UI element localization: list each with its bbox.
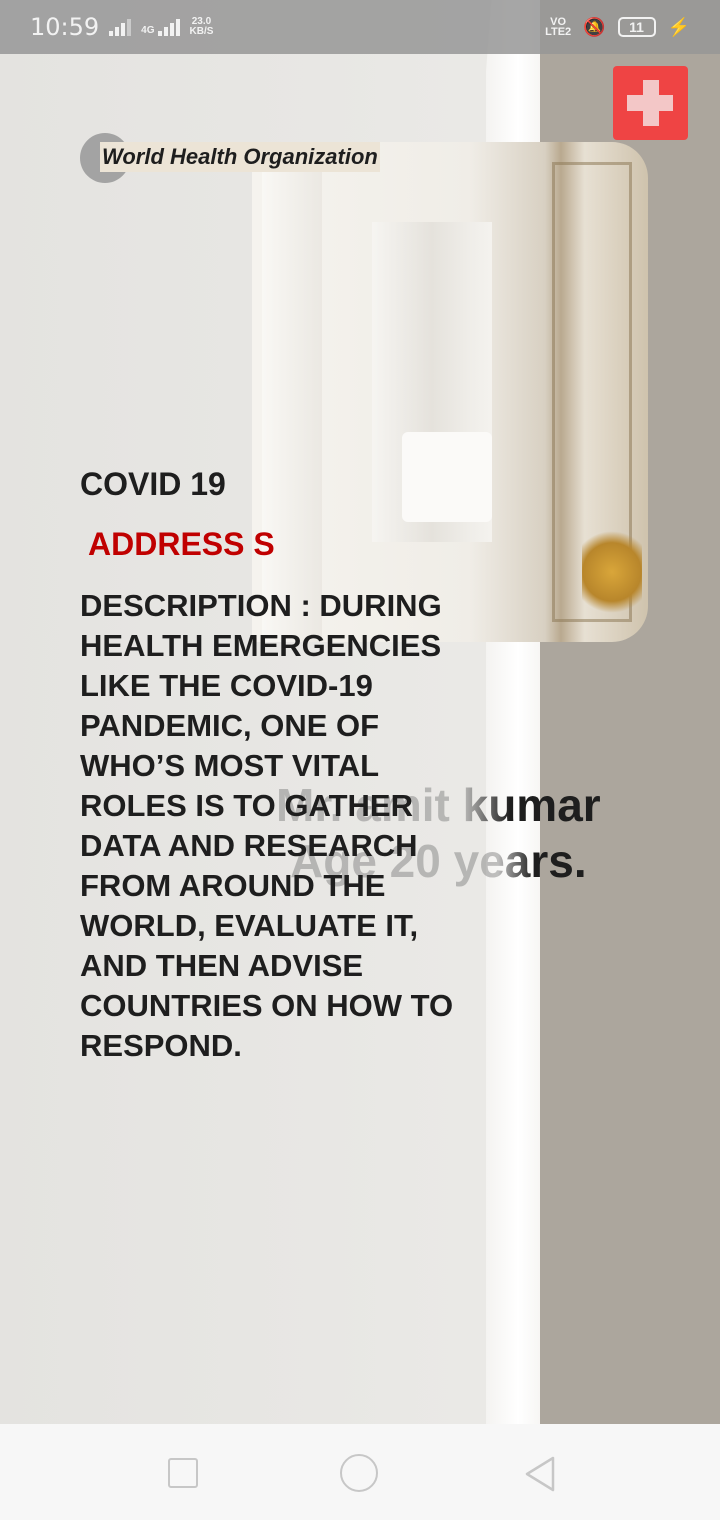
square-recent-apps-icon bbox=[168, 1458, 198, 1488]
medical-cross-icon-bar bbox=[627, 95, 673, 111]
signal-strength-icon bbox=[109, 18, 132, 36]
volte-sub-label: LTE2 bbox=[545, 26, 572, 38]
recent-apps-button[interactable] bbox=[164, 1454, 204, 1494]
status-right-group: VO LTE2 🔕 11 ⚡ bbox=[545, 17, 690, 38]
page-title: COVID 19 bbox=[80, 466, 226, 502]
signal-strength-2-icon bbox=[157, 18, 180, 36]
muted-bell-icon: 🔕 bbox=[583, 16, 606, 37]
status-left-group: 10:59 4G 23.0 KB/S bbox=[30, 13, 213, 41]
battery-icon: 11 bbox=[617, 17, 656, 37]
organization-name: World Health Organization bbox=[100, 142, 380, 172]
triangle-back-icon bbox=[525, 1456, 555, 1492]
network-speed-unit: KB/S bbox=[189, 26, 214, 37]
back-button[interactable] bbox=[522, 1454, 562, 1494]
charging-icon: ⚡ bbox=[667, 16, 690, 37]
address-label: ADDRESS S bbox=[88, 526, 275, 562]
description-text: DESCRIPTION : DURING HEALTH EMERGENCIES … bbox=[80, 588, 454, 1063]
photo-gold-decor bbox=[582, 522, 642, 622]
room-photo bbox=[252, 142, 648, 642]
status-time: 10:59 bbox=[30, 13, 100, 41]
medical-cross-button[interactable] bbox=[613, 66, 688, 140]
photo-bed bbox=[402, 432, 492, 522]
photo-pillar bbox=[262, 142, 322, 642]
circle-home-icon bbox=[340, 1454, 378, 1492]
status-bar: 10:59 4G 23.0 KB/S VO LTE2 🔕 11 ⚡ bbox=[0, 0, 720, 54]
network-speed: 23.0 KB/S bbox=[190, 17, 214, 37]
mobile-data-group: 4G bbox=[141, 18, 180, 36]
volte-indicator: VO LTE2 bbox=[545, 17, 572, 38]
home-button[interactable] bbox=[340, 1454, 380, 1494]
network-type-label: 4G bbox=[141, 25, 155, 36]
navigation-bar bbox=[0, 1424, 720, 1520]
